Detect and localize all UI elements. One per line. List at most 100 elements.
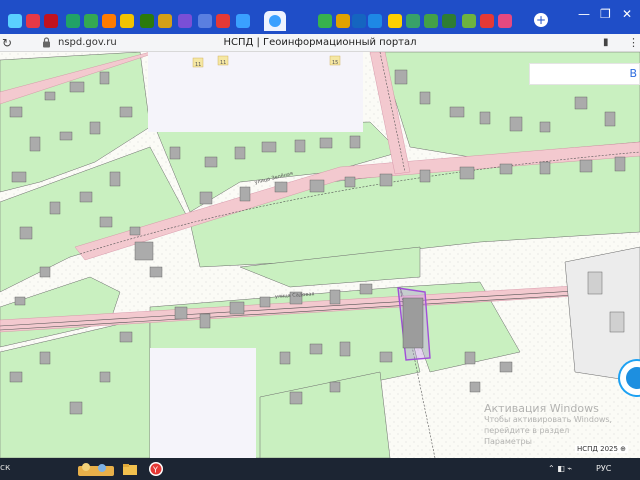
- map-action-icon: [626, 367, 640, 389]
- building-footprint: [259, 296, 271, 308]
- building-footprint: [509, 116, 523, 132]
- browser-tab-12[interactable]: [216, 14, 230, 28]
- building-footprint: [469, 381, 481, 393]
- building-footprint: [89, 121, 101, 135]
- plot-label-a: 11: [195, 62, 201, 68]
- building-footprint: [539, 121, 551, 133]
- yandex-browser-icon[interactable]: Y: [148, 461, 164, 477]
- building-footprint: [274, 181, 288, 193]
- maximize-button[interactable]: ❐: [600, 8, 611, 20]
- address-bar-row: ↻ nspd.gov.ru НСПД | Геоинформационный п…: [0, 34, 640, 52]
- taskbar-search[interactable]: ск: [0, 463, 10, 473]
- language-indicator[interactable]: РУС: [596, 464, 611, 473]
- windows-activation-watermark: Активация Windows Чтобы активировать Win…: [484, 403, 640, 447]
- browser-tab-5[interactable]: [84, 14, 98, 28]
- browser-tab-20[interactable]: [424, 14, 438, 28]
- building-footprint: [49, 201, 61, 215]
- browser-tab-13[interactable]: [236, 14, 250, 28]
- watermark-line-2: Чтобы активировать Windows, перейдите в …: [484, 415, 613, 435]
- url-field[interactable]: nspd.gov.ru: [58, 37, 117, 48]
- browser-tab-17[interactable]: [368, 14, 382, 28]
- browser-tab-18[interactable]: [388, 14, 402, 28]
- windows-taskbar: ск Y ⌃ ◧ ⌁ РУС: [0, 458, 640, 480]
- plot-label-b: 11: [220, 60, 226, 66]
- browser-menu-icon[interactable]: ⋮: [628, 36, 639, 49]
- building-footprint: [479, 111, 491, 125]
- building-footprint: [119, 106, 133, 118]
- minimize-button[interactable]: —: [578, 8, 590, 20]
- building-footprint: [204, 156, 218, 168]
- new-tab-button[interactable]: +: [534, 13, 548, 27]
- browser-tab-21[interactable]: [442, 14, 456, 28]
- building-footprint: [539, 161, 551, 175]
- browser-tab-8[interactable]: [140, 14, 154, 28]
- building-footprint: [99, 371, 111, 383]
- building-footprint: [449, 106, 465, 118]
- map-attribution[interactable]: НСПД 2025 ⊕: [575, 445, 629, 453]
- reload-icon[interactable]: ↻: [2, 36, 12, 50]
- browser-tab-2[interactable]: [26, 14, 40, 28]
- system-tray-icons[interactable]: ⌃ ◧ ⌁: [548, 464, 572, 473]
- building-footprint: [344, 176, 356, 188]
- building-footprint: [169, 146, 181, 160]
- building-footprint: [604, 111, 616, 127]
- building-footprint: [11, 171, 27, 183]
- browser-tab-3[interactable]: [44, 14, 58, 28]
- browser-tab-15[interactable]: [336, 14, 350, 28]
- building-footprint: [199, 313, 211, 329]
- building-footprint: [59, 131, 73, 141]
- browser-tab-23[interactable]: [480, 14, 494, 28]
- building-footprint: [419, 169, 431, 183]
- browser-tab-strip: + — ❐ ✕: [0, 0, 640, 34]
- plot-label-c: 15: [332, 60, 338, 66]
- browser-tab-9[interactable]: [158, 14, 172, 28]
- building-footprint: [459, 166, 475, 180]
- building-footprint: [69, 401, 83, 415]
- building-footprint: [394, 69, 408, 85]
- browser-tab-16[interactable]: [352, 14, 366, 28]
- map-graphics: 11 11 15 улица Зелёная улица Садовая: [0, 52, 640, 458]
- close-button[interactable]: ✕: [622, 8, 632, 20]
- building-footprint: [9, 106, 23, 118]
- taskbar-widget-icon[interactable]: [76, 461, 116, 477]
- map-search-button[interactable]: В: [629, 67, 637, 80]
- building-footprint: [319, 137, 333, 149]
- map-search-box[interactable]: В: [529, 63, 640, 85]
- building-footprint: [199, 191, 213, 205]
- building-footprint: [464, 351, 476, 365]
- browser-tab-10[interactable]: [178, 14, 192, 28]
- building-footprint: [499, 361, 513, 373]
- building-footprint: [99, 71, 110, 85]
- browser-tab-22[interactable]: [462, 14, 476, 28]
- watermark-line-1: Активация Windows: [484, 402, 599, 415]
- unloaded-tile-bottom: [150, 348, 256, 458]
- file-explorer-icon[interactable]: [122, 461, 138, 477]
- building-footprint: [329, 289, 341, 305]
- building-footprint: [309, 343, 323, 355]
- building-footprint: [294, 139, 306, 153]
- browser-tab-1[interactable]: [8, 14, 22, 28]
- browser-tab-24[interactable]: [498, 14, 512, 28]
- building-footprint: [29, 136, 41, 152]
- browser-tab-4[interactable]: [66, 14, 80, 28]
- bookmark-icon[interactable]: ▮: [603, 37, 609, 48]
- browser-tab-14[interactable]: [318, 14, 332, 28]
- svg-text:Y: Y: [152, 466, 158, 475]
- lock-icon[interactable]: [42, 37, 51, 48]
- building-footprint: [349, 135, 361, 149]
- building-footprint: [44, 91, 56, 101]
- building-footprint: [279, 351, 291, 365]
- browser-tab-6[interactable]: [102, 14, 116, 28]
- building-footprint: [69, 81, 85, 93]
- building-footprint: [309, 179, 325, 193]
- building-footprint: [379, 173, 393, 187]
- cadastral-map[interactable]: 11 11 15 улица Зелёная улица Садовая В А…: [0, 52, 640, 458]
- building-footprint: [339, 341, 351, 357]
- browser-tab-7[interactable]: [120, 14, 134, 28]
- browser-tab-19[interactable]: [406, 14, 420, 28]
- building-footprint: [379, 351, 393, 363]
- tab-active-nspd[interactable]: [264, 11, 286, 31]
- building-footprint: [419, 91, 431, 105]
- browser-tab-11[interactable]: [198, 14, 212, 28]
- building-footprint: [229, 301, 245, 315]
